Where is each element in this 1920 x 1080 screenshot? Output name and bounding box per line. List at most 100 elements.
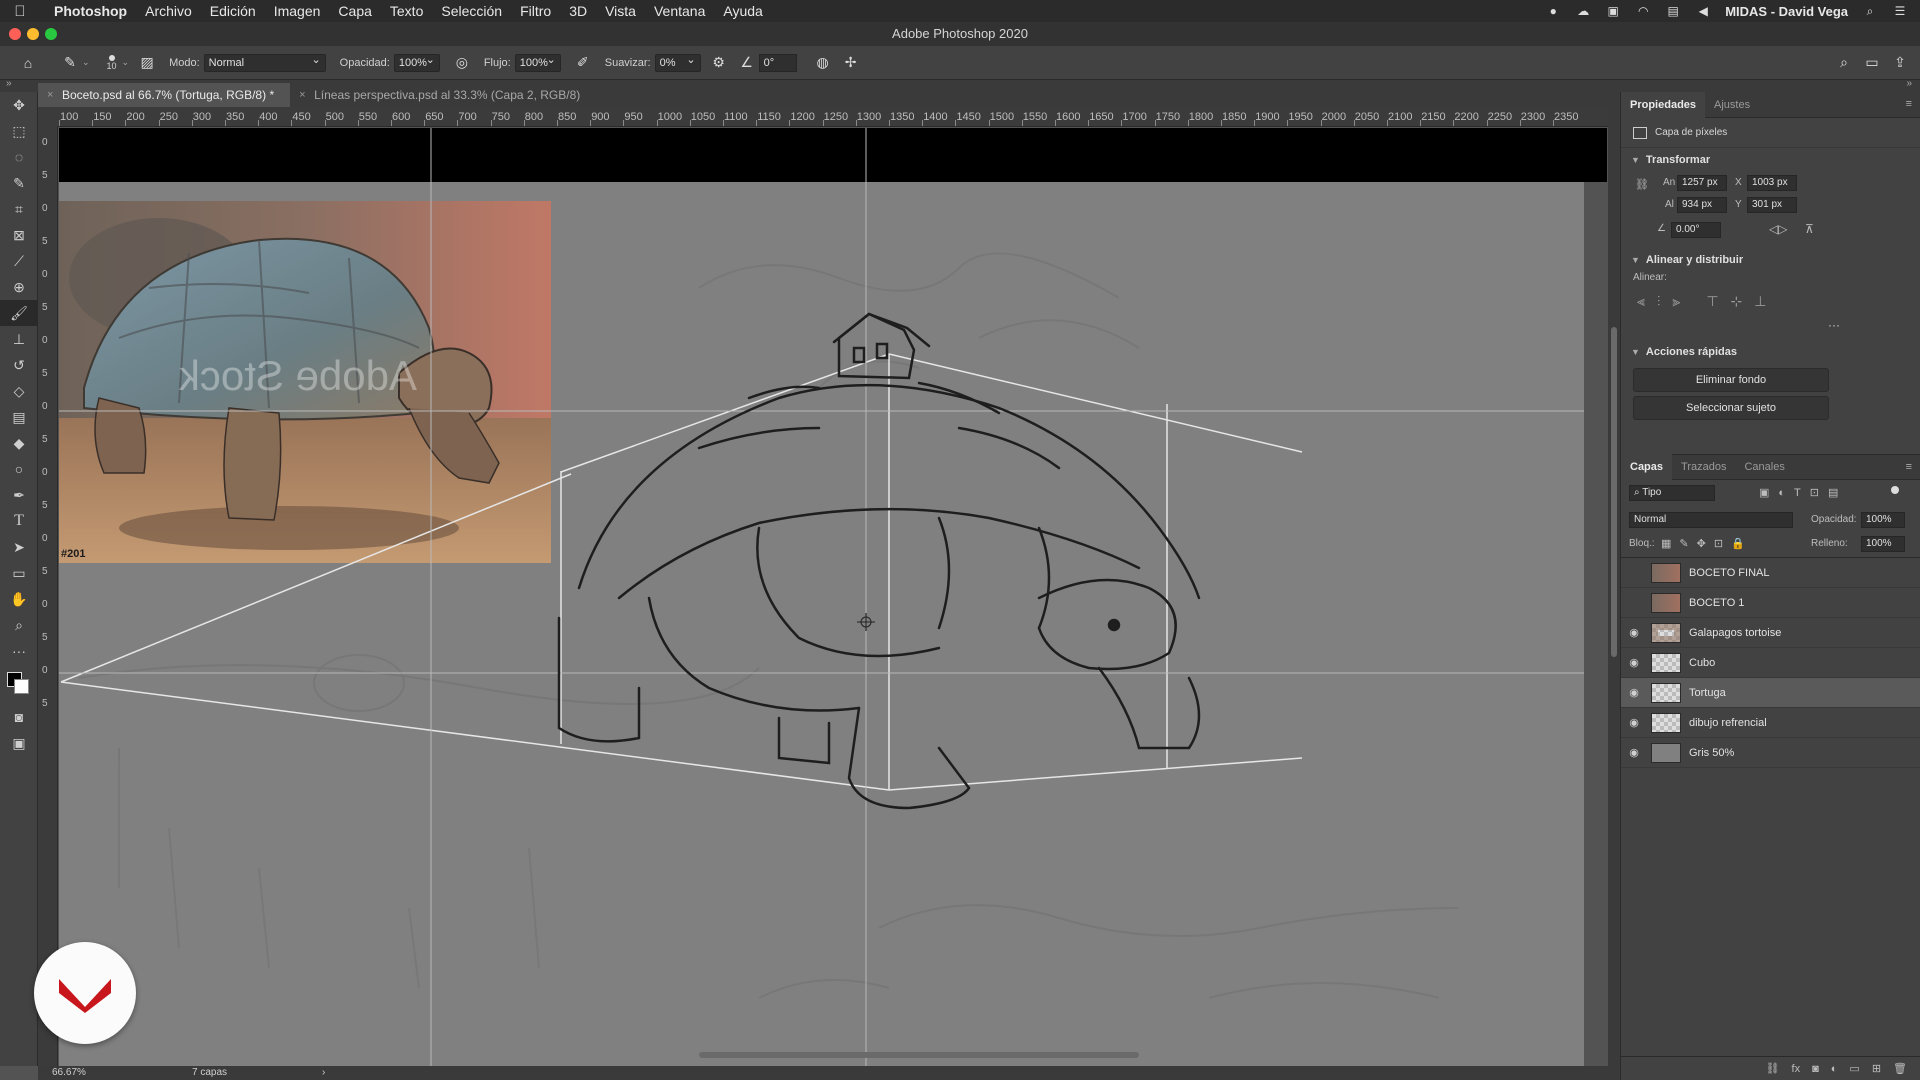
- expand-tools-icon[interactable]: »: [6, 78, 12, 89]
- layer-filter-select[interactable]: ⌕ Tipo: [1629, 485, 1715, 501]
- eraser-tool-icon[interactable]: ◇: [0, 378, 38, 404]
- pressure-size-icon[interactable]: ◍: [811, 51, 835, 75]
- align-bottom-icon[interactable]: ⊥: [1754, 293, 1766, 310]
- gradient-tool-icon[interactable]: ▤: [0, 404, 38, 430]
- status-chevron-icon[interactable]: ›: [322, 1067, 325, 1078]
- zoom-window-button[interactable]: [45, 28, 57, 40]
- clone-stamp-tool-icon[interactable]: ⊥: [0, 326, 38, 352]
- select-subject-button[interactable]: Seleccionar sujeto: [1633, 396, 1829, 420]
- visibility-eye-icon[interactable]: ◉: [1621, 626, 1647, 639]
- menu-filtro[interactable]: Filtro: [511, 3, 560, 19]
- type-tool-icon[interactable]: T: [0, 508, 38, 534]
- layer-filter-icons[interactable]: ▣◐T⊡▤: [1759, 486, 1847, 499]
- quick-selection-tool-icon[interactable]: ✎: [0, 170, 38, 196]
- volume-icon[interactable]: ◀: [1695, 4, 1711, 18]
- flip-vertical-icon[interactable]: ⊼: [1805, 222, 1814, 236]
- close-tab-icon[interactable]: ×: [47, 83, 53, 107]
- history-brush-tool-icon[interactable]: ↺: [0, 352, 38, 378]
- layer-row[interactable]: ◉ Galapagos tortoise: [1621, 618, 1920, 648]
- menu-user-name[interactable]: MIDAS - David Vega: [1725, 4, 1848, 19]
- hand-tool-icon[interactable]: ✋: [0, 586, 38, 612]
- flip-horizontal-icon[interactable]: ◁▷: [1769, 222, 1787, 236]
- flow-select[interactable]: 100%: [514, 52, 561, 72]
- visibility-eye-icon[interactable]: ◉: [1621, 656, 1647, 669]
- collapse-panels-icon[interactable]: »: [1906, 78, 1912, 89]
- eyedropper-tool-icon[interactable]: ⟋: [0, 248, 38, 274]
- lasso-tool-icon[interactable]: ◌: [0, 144, 38, 170]
- background-color-swatch[interactable]: [14, 679, 29, 694]
- menu-edicion[interactable]: Edición: [201, 3, 265, 19]
- quick-mask-icon[interactable]: ◙: [0, 704, 38, 730]
- move-tool-icon[interactable]: ✥: [0, 92, 38, 118]
- airbrush-icon[interactable]: ✐: [571, 51, 595, 75]
- symmetry-icon[interactable]: ✢: [839, 51, 863, 75]
- panel-menu-icon[interactable]: ≡: [1906, 461, 1912, 473]
- chevron-down-icon[interactable]: ⌄: [82, 57, 90, 68]
- search-icon[interactable]: ⌕: [1832, 51, 1856, 75]
- align-left-icon[interactable]: ⫷: [1637, 293, 1645, 310]
- spotlight-search-icon[interactable]: ⌕: [1862, 4, 1878, 18]
- tab-capas[interactable]: Capas: [1621, 454, 1673, 480]
- adjustment-layer-icon[interactable]: ◐: [1831, 1063, 1838, 1075]
- brush-size-picker[interactable]: 10: [102, 54, 122, 71]
- filter-toggle-icon[interactable]: [1891, 486, 1899, 494]
- tab-canales[interactable]: Canales: [1735, 454, 1793, 480]
- menu-texto[interactable]: Texto: [381, 3, 432, 19]
- fill-field[interactable]: 100%: [1861, 536, 1905, 552]
- rotation-field[interactable]: 0.00°: [1671, 222, 1721, 238]
- menu-archivo[interactable]: Archivo: [136, 3, 201, 19]
- smoothing-select[interactable]: 0%: [654, 52, 701, 72]
- menu-vista[interactable]: Vista: [596, 3, 645, 19]
- tab-lineas-perspectiva[interactable]: × Líneas perspectiva.psd al 33.3% (Capa …: [290, 83, 596, 107]
- blend-mode-select[interactable]: Normal: [1629, 512, 1793, 528]
- width-field[interactable]: 1257 px: [1677, 175, 1727, 191]
- height-field[interactable]: 934 px: [1677, 197, 1727, 213]
- brush-panel-icon[interactable]: ▨: [135, 51, 159, 75]
- add-mask-icon[interactable]: ◙: [1812, 1063, 1819, 1075]
- trash-icon[interactable]: 🗑: [1893, 1062, 1907, 1075]
- layer-row[interactable]: ◉ dibujo refrencial: [1621, 708, 1920, 738]
- layer-row[interactable]: ◉ Tortuga: [1621, 678, 1920, 708]
- menu-3d[interactable]: 3D: [560, 3, 596, 19]
- menu-app-name[interactable]: Photoshop: [40, 3, 136, 19]
- layer-opacity-field[interactable]: 100%: [1861, 512, 1905, 528]
- display-icon[interactable]: ▣: [1605, 4, 1621, 18]
- visibility-eye-icon[interactable]: ◉: [1621, 686, 1647, 699]
- minimize-window-button[interactable]: [27, 28, 39, 40]
- vertical-ruler[interactable]: 0 5 0 5 0 5 0 5 0 5 0 5 0 5 0 5 0 5: [38, 127, 58, 1066]
- transform-section-header[interactable]: ▼ Transformar: [1621, 148, 1920, 172]
- align-middle-icon[interactable]: ⊹: [1731, 293, 1743, 310]
- align-right-icon[interactable]: ⫸: [1672, 293, 1680, 310]
- ruler-corner[interactable]: [38, 107, 58, 127]
- pressure-opacity-icon[interactable]: ◎: [450, 51, 474, 75]
- layer-row[interactable]: BOCETO 1: [1621, 588, 1920, 618]
- path-selection-tool-icon[interactable]: ➤: [0, 534, 38, 560]
- marquee-tool-icon[interactable]: ⬚: [0, 118, 38, 144]
- align-section-header[interactable]: ▼ Alinear y distribuir: [1621, 248, 1920, 272]
- y-field[interactable]: 301 px: [1747, 197, 1797, 213]
- more-tools-icon[interactable]: ···: [0, 638, 38, 664]
- home-icon[interactable]: ⌂: [16, 51, 40, 75]
- blur-tool-icon[interactable]: ◆: [0, 430, 38, 456]
- tab-boceto[interactable]: × Boceto.psd al 66.7% (Tortuga, RGB/8) *: [38, 83, 291, 107]
- mode-select[interactable]: Normal: [203, 52, 326, 72]
- zoom-level[interactable]: 66.67%: [52, 1067, 86, 1078]
- menu-ayuda[interactable]: Ayuda: [714, 3, 771, 19]
- color-swatches[interactable]: [0, 664, 38, 704]
- apple-menu-icon[interactable]: : [0, 3, 40, 20]
- angle-field[interactable]: 0°: [758, 53, 797, 72]
- tab-ajustes[interactable]: Ajustes: [1705, 92, 1759, 118]
- new-group-icon[interactable]: ▭: [1849, 1062, 1859, 1075]
- zoom-tool-icon[interactable]: ⌕: [0, 612, 38, 638]
- brush-tool-icon[interactable]: 🖌: [0, 300, 38, 326]
- pen-tool-icon[interactable]: ✒: [0, 482, 38, 508]
- record-icon[interactable]: ●: [1545, 4, 1561, 18]
- vertical-scrollbar[interactable]: [1608, 107, 1620, 1066]
- menu-ventana[interactable]: Ventana: [645, 3, 714, 19]
- rectangle-tool-icon[interactable]: ▭: [0, 560, 38, 586]
- remove-background-button[interactable]: Eliminar fondo: [1633, 368, 1829, 392]
- link-icon[interactable]: ⛓: [1635, 178, 1649, 191]
- layer-row[interactable]: ◉ Gris 50%: [1621, 738, 1920, 768]
- vertical-scrollbar-thumb[interactable]: [1611, 327, 1617, 657]
- horizontal-scrollbar[interactable]: [699, 1052, 1139, 1058]
